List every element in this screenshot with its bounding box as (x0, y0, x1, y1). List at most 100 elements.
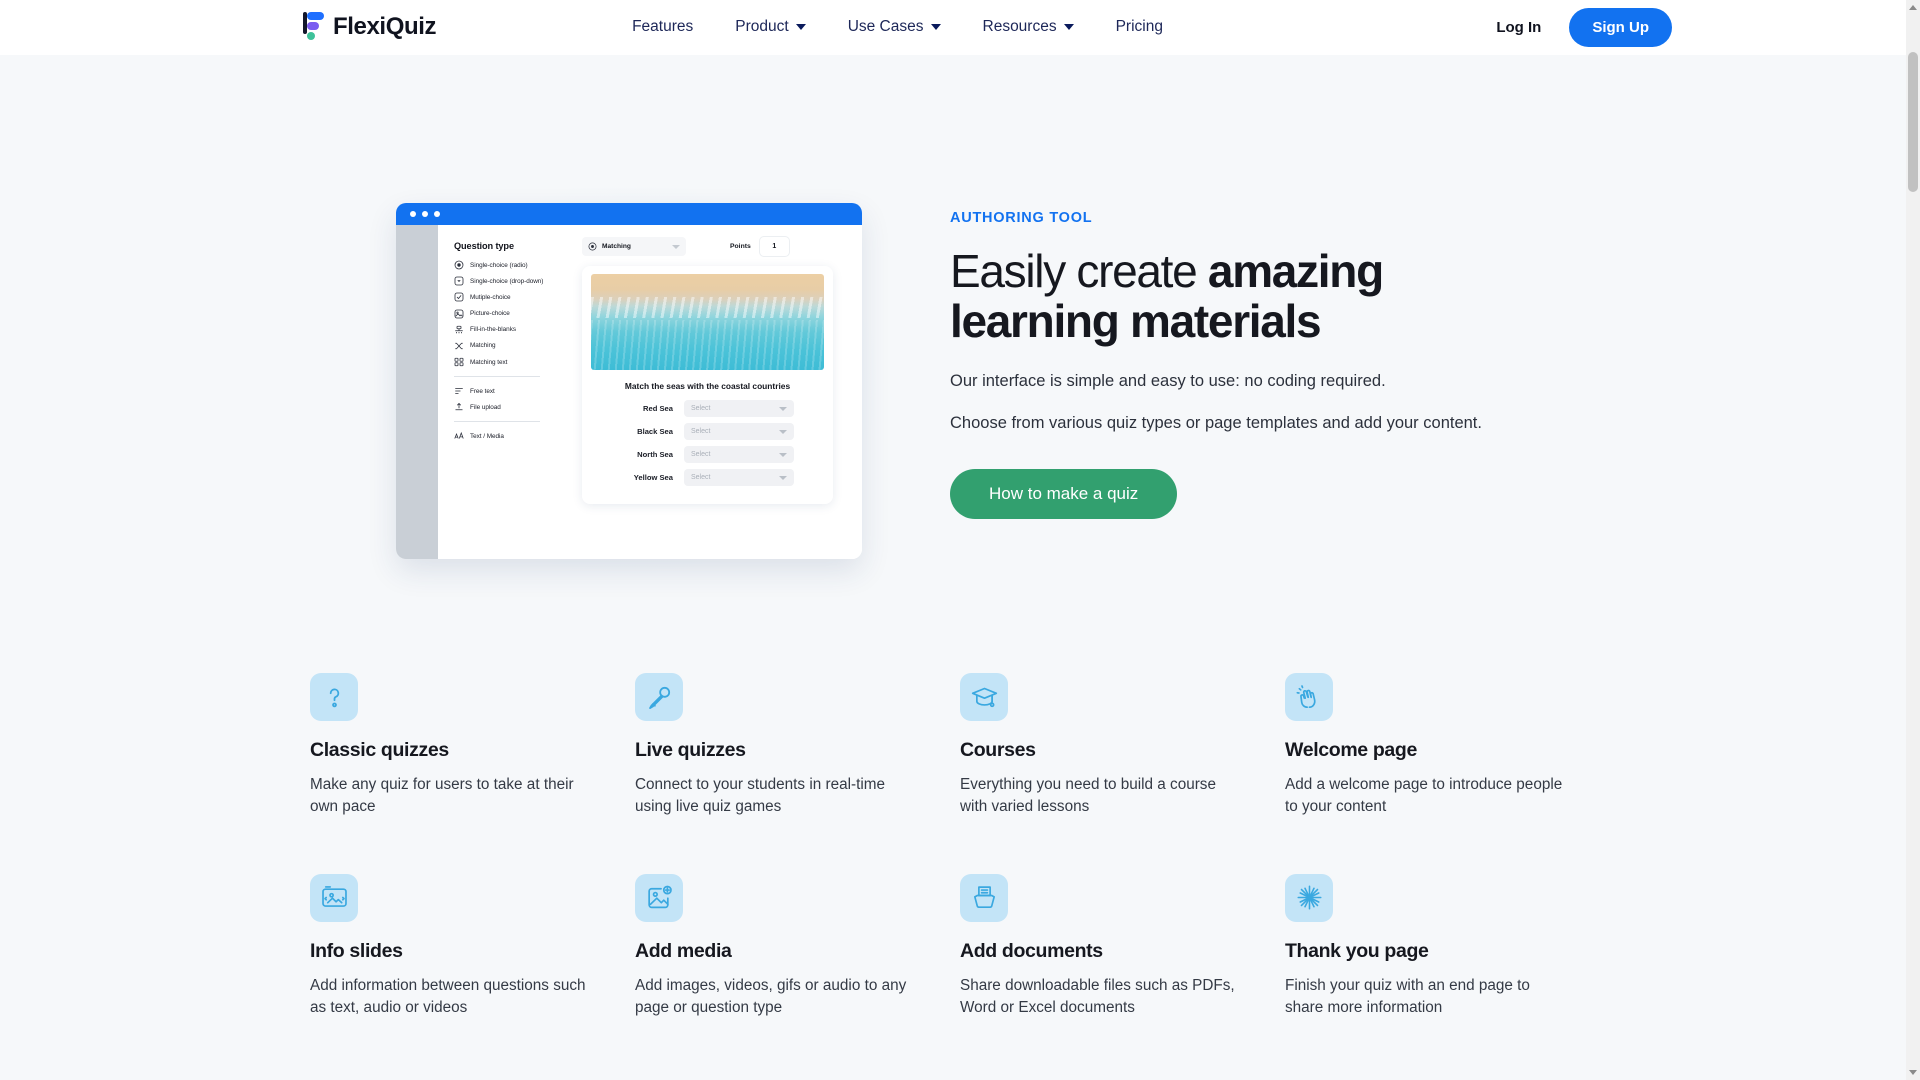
match-answer-select[interactable]: Select (684, 446, 794, 463)
question-prompt: Match the seas with the coastal countrie… (624, 381, 791, 391)
window-dot-icon (410, 211, 416, 217)
sign-up-button[interactable]: Sign Up (1569, 7, 1672, 47)
select-placeholder: Select (691, 474, 711, 481)
points-label: Points (730, 243, 751, 250)
scroll-up-arrow-icon[interactable] (1909, 5, 1917, 10)
primary-nav-links: Features Product Use Cases Resources Pri… (632, 18, 1163, 36)
upload-icon (454, 402, 464, 412)
match-row: Red Sea Select (591, 400, 824, 417)
hero-heading-bold-1: amazing (1207, 245, 1384, 297)
feature-card-add-documents: Add documents Share downloadable files s… (960, 873, 1285, 1019)
match-item-label: North Sea (637, 450, 673, 459)
hero-paragraph-2: Choose from various quiz types or page t… (950, 414, 1482, 433)
microphone-icon (635, 673, 683, 721)
match-answer-select[interactable]: Select (684, 400, 794, 417)
nav-item-features[interactable]: Features (632, 18, 693, 36)
nav-item-pricing[interactable]: Pricing (1116, 18, 1163, 36)
text-media-icon (454, 431, 464, 441)
hero-eyebrow: AUTHORING TOOL (950, 210, 1093, 226)
hero-paragraph-1: Our interface is simple and easy to use:… (950, 372, 1386, 391)
nav-item-product[interactable]: Product (735, 18, 806, 36)
question-type-heading: Question type (454, 241, 514, 251)
window-dot-icon (434, 211, 440, 217)
select-placeholder: Select (691, 405, 711, 412)
match-row: Yellow Sea Select (591, 469, 824, 486)
mockup-side-gutter (396, 225, 438, 559)
top-navigation-bar: FlexiQuiz Features Product Use Cases Res… (0, 0, 1920, 55)
chevron-down-icon (779, 429, 787, 434)
feature-title: Add media (635, 939, 732, 962)
chevron-down-icon (795, 24, 806, 30)
radio-icon (454, 260, 464, 270)
nav-account-actions: Log In Sign Up (1496, 7, 1672, 47)
hero-heading-light: Easily create (950, 245, 1208, 297)
flexiquiz-logo[interactable]: FlexiQuiz (302, 11, 436, 43)
chevron-down-icon (779, 475, 787, 480)
page-scrollbar[interactable] (1906, 0, 1920, 1080)
feature-description: Everything you need to build a course wi… (960, 776, 1216, 815)
question-type-multiple-choice[interactable]: Mutiple-choice (454, 292, 572, 302)
question-type-file-upload[interactable]: File upload (454, 402, 572, 412)
feature-card-add-media: Add media Add images, videos, gifs or au… (635, 873, 960, 1019)
feature-description: Share downloadable files such as PDFs, W… (960, 976, 1235, 1016)
question-type-picture-choice[interactable]: Picture-choice (454, 309, 572, 319)
feature-card-welcome-page: Welcome page Add a welcome page to intro… (1285, 673, 1610, 818)
feature-title: Info slides (310, 939, 403, 962)
panel-divider (454, 421, 540, 423)
match-row: North Sea Select (591, 446, 824, 463)
panel-divider (454, 376, 540, 378)
question-type-text-media[interactable]: Text / Media (454, 431, 572, 441)
selected-question-type: Matching (602, 243, 631, 250)
scroll-down-arrow-icon[interactable] (1909, 1070, 1917, 1075)
question-editor-panel: Matching Points 1 Match the seas with th… (572, 225, 862, 559)
fill-blanks-icon (454, 325, 464, 335)
shuffle-icon (454, 341, 464, 351)
how-to-make-a-quiz-button[interactable]: How to make a quiz (950, 468, 1178, 519)
question-type-free-text[interactable]: Free text (454, 386, 572, 396)
match-answer-select[interactable]: Select (684, 469, 794, 486)
feature-title: Live quizzes (635, 739, 746, 761)
question-type-label: Picture-choice (470, 310, 510, 318)
feature-description: Add images, videos, gifs or audio to any… (635, 976, 907, 1016)
match-answer-select[interactable]: Select (684, 423, 794, 440)
question-type-label: Single-choice (drop-down) (470, 277, 544, 285)
document-tray-icon (960, 873, 1008, 922)
question-type-matching[interactable]: Matching (454, 341, 572, 351)
question-type-label: Fill-in-the-blanks (470, 326, 516, 334)
question-type-label: File upload (470, 403, 501, 411)
window-dot-icon (422, 211, 428, 217)
chevron-down-icon (1063, 24, 1074, 30)
feature-card-info-slides: Info slides Add information between ques… (310, 873, 635, 1019)
question-type-matching-text[interactable]: Matching text (454, 357, 572, 367)
hero-section: Question type Single-choice (radio) Sing… (0, 55, 1920, 1080)
graduation-cap-icon (960, 673, 1008, 721)
chevron-down-icon (779, 406, 787, 411)
dropdown-icon (454, 276, 464, 286)
feature-description: Connect to your students in real-time us… (635, 776, 885, 815)
nav-item-resources[interactable]: Resources (983, 18, 1074, 36)
matching-target-icon (588, 242, 597, 251)
question-type-label: Free text (470, 387, 495, 395)
feature-title: Add documents (960, 939, 1103, 962)
match-item-label: Yellow Sea (633, 473, 673, 482)
scrollbar-thumb[interactable] (1908, 52, 1918, 192)
question-type-label: Single-choice (radio) (470, 261, 528, 269)
question-type-fill-in-the-blanks[interactable]: Fill-in-the-blanks (454, 325, 572, 335)
log-in-link[interactable]: Log In (1496, 19, 1541, 36)
select-placeholder: Select (691, 451, 711, 458)
points-input[interactable]: 1 (759, 237, 789, 256)
feature-title: Thank you page (1285, 939, 1429, 962)
free-text-icon (454, 386, 464, 396)
question-type-single-choice-radio[interactable]: Single-choice (radio) (454, 260, 572, 270)
question-type-select[interactable]: Matching (582, 237, 686, 256)
hero-heading-bold-2: learning materials (950, 294, 1322, 347)
nav-item-use-cases[interactable]: Use Cases (848, 18, 941, 36)
hero-heading: Easily create amazing learning materials (950, 245, 1490, 347)
question-image (591, 274, 824, 370)
match-item-label: Red Sea (643, 404, 673, 413)
question-type-panel: Question type Single-choice (radio) Sing… (438, 225, 572, 559)
feature-card-courses: Courses Everything you need to build a c… (960, 673, 1285, 818)
question-type-single-choice-dropdown[interactable]: Single-choice (drop-down) (454, 276, 572, 286)
chevron-down-icon (779, 452, 787, 457)
add-image-icon (635, 873, 683, 922)
